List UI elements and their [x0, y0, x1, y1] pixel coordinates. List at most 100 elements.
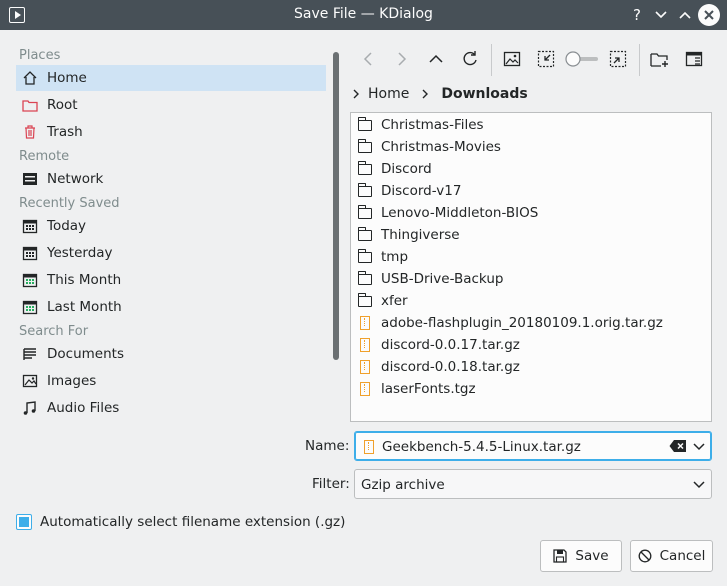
help-icon: ? [633, 6, 641, 24]
help-button[interactable]: ? [626, 4, 648, 26]
sidebar-item-label: This Month [47, 272, 122, 288]
archive-icon [364, 440, 374, 454]
calendar-icon [22, 245, 38, 261]
list-item[interactable]: Discord-v17 [355, 180, 461, 202]
new-folder-icon [650, 53, 668, 67]
calendar-icon [22, 272, 38, 288]
list-item[interactable]: discord-0.0.18.tar.gz [355, 356, 520, 378]
chevron-right-icon [353, 89, 359, 99]
file-name: Christmas-Files [381, 117, 484, 133]
sidebar-item-audio-files[interactable]: Audio Files [16, 395, 326, 421]
archive-icon [358, 382, 372, 396]
maximize-icon [679, 11, 691, 19]
minimize-button[interactable] [650, 4, 672, 26]
list-item[interactable]: Christmas-Files [355, 114, 484, 136]
archive-icon [358, 360, 372, 374]
list-item[interactable]: discord-0.0.17.tar.gz [355, 334, 520, 356]
forward-button[interactable] [388, 44, 416, 74]
back-button[interactable] [354, 44, 382, 74]
zoom-icon [537, 50, 555, 68]
list-item[interactable]: tmp [355, 246, 408, 268]
file-name: Discord [381, 161, 432, 177]
sidebar-scrollbar[interactable] [333, 52, 339, 360]
list-item[interactable]: Discord [355, 158, 432, 180]
audio-icon [22, 400, 38, 416]
list-item[interactable]: xfer [355, 290, 408, 312]
sidebar-item-images[interactable]: Images [16, 368, 326, 394]
sidebar-item-label: Images [47, 373, 97, 389]
close-window-button[interactable] [698, 4, 720, 26]
chevron-down-icon [693, 474, 705, 498]
toolbar-separator [491, 44, 492, 76]
breadcrumb-downloads[interactable]: Downloads [441, 86, 527, 102]
preview-button[interactable] [498, 44, 526, 74]
list-item[interactable]: Christmas-Movies [355, 136, 501, 158]
select-mode-button[interactable] [604, 44, 632, 74]
list-item[interactable]: Lenovo-Middleton-BIOS [355, 202, 538, 224]
sidebar-item-yesterday[interactable]: Yesterday [16, 240, 326, 266]
clear-text-button[interactable] [669, 439, 687, 453]
details-view-button[interactable] [680, 44, 708, 74]
name-label: Name: [305, 438, 350, 454]
auto-extension-checkbox[interactable] [16, 514, 32, 530]
sidebar-item-label: Documents [47, 346, 124, 362]
trash-icon [22, 124, 38, 140]
breadcrumb-home[interactable]: Home [368, 86, 409, 102]
auto-extension-label[interactable]: Automatically select filename extension … [40, 514, 345, 530]
folder-icon [358, 161, 372, 176]
up-button[interactable] [422, 44, 450, 74]
toolbar-separator [639, 44, 640, 76]
sidebar-item-documents[interactable]: Documents [16, 341, 326, 367]
sidebar-item-label: Trash [47, 124, 83, 140]
sidebar-item-root[interactable]: Root [16, 92, 326, 118]
file-name: tmp [381, 249, 409, 265]
new-folder-button[interactable] [646, 44, 674, 74]
sidebar-item-network[interactable]: Network [16, 166, 326, 192]
list-item[interactable]: Thingiverse [355, 224, 460, 246]
zoom-slider-track [565, 51, 598, 67]
chevron-right-icon [422, 89, 429, 99]
folder-icon [358, 117, 372, 132]
sidebar-item-label: Root [47, 97, 78, 113]
sidebar-item-label: Home [47, 70, 87, 86]
reload-icon [463, 51, 477, 66]
save-button-label: Save [575, 548, 609, 564]
file-name: Christmas-Movies [381, 139, 501, 155]
chevron-down-icon[interactable] [693, 436, 705, 460]
file-list[interactable]: Christmas-Files Christmas-Movies Discord… [350, 112, 712, 422]
list-item[interactable]: adobe-flashplugin_20180109.1.orig.tar.gz [355, 312, 663, 334]
section-recently-saved: Recently Saved [19, 196, 120, 211]
file-name: Thingiverse [381, 227, 460, 243]
window-title: Save File — KDialog [294, 6, 433, 22]
filename-input[interactable]: Geekbench-5.4.5-Linux.tar.gz [382, 439, 581, 455]
sidebar-item-label: Network [47, 171, 104, 187]
maximize-button[interactable] [674, 4, 696, 26]
sidebar-item-home[interactable]: Home [16, 65, 326, 91]
sidebar-item-label: Yesterday [47, 245, 113, 261]
documents-icon [22, 346, 38, 362]
archive-icon [358, 316, 372, 330]
zoom-out-button[interactable] [532, 44, 560, 74]
list-item[interactable]: laserFonts.tgz [355, 378, 476, 400]
zoom-slider[interactable] [564, 44, 600, 74]
section-places: Places [19, 48, 61, 63]
folder-red-icon [22, 97, 38, 113]
sidebar-item-last-month[interactable]: Last Month [16, 294, 326, 320]
file-name: USB-Drive-Backup [381, 271, 504, 287]
sidebar-item-this-month[interactable]: This Month [16, 267, 326, 293]
list-item[interactable]: USB-Drive-Backup [355, 268, 503, 290]
title-bar: Save File — KDialog ? [0, 0, 727, 30]
file-name: Discord-v17 [381, 183, 462, 199]
file-name: Lenovo-Middleton-BIOS [381, 205, 539, 221]
details-view-icon [685, 51, 703, 67]
filename-combobox[interactable]: Geekbench-5.4.5-Linux.tar.gz [354, 431, 712, 461]
preview-icon [503, 51, 521, 67]
sidebar-item-today[interactable]: Today [16, 213, 326, 239]
file-name: adobe-flashplugin_20180109.1.orig.tar.gz [381, 315, 663, 331]
sidebar-item-trash[interactable]: Trash [16, 119, 326, 145]
filter-select[interactable]: Gzip archive [354, 469, 712, 499]
cancel-button[interactable]: Cancel [630, 540, 713, 572]
reload-button[interactable] [456, 44, 484, 74]
breadcrumb: Home Downloads [352, 84, 528, 104]
save-button[interactable]: Save [540, 540, 622, 572]
